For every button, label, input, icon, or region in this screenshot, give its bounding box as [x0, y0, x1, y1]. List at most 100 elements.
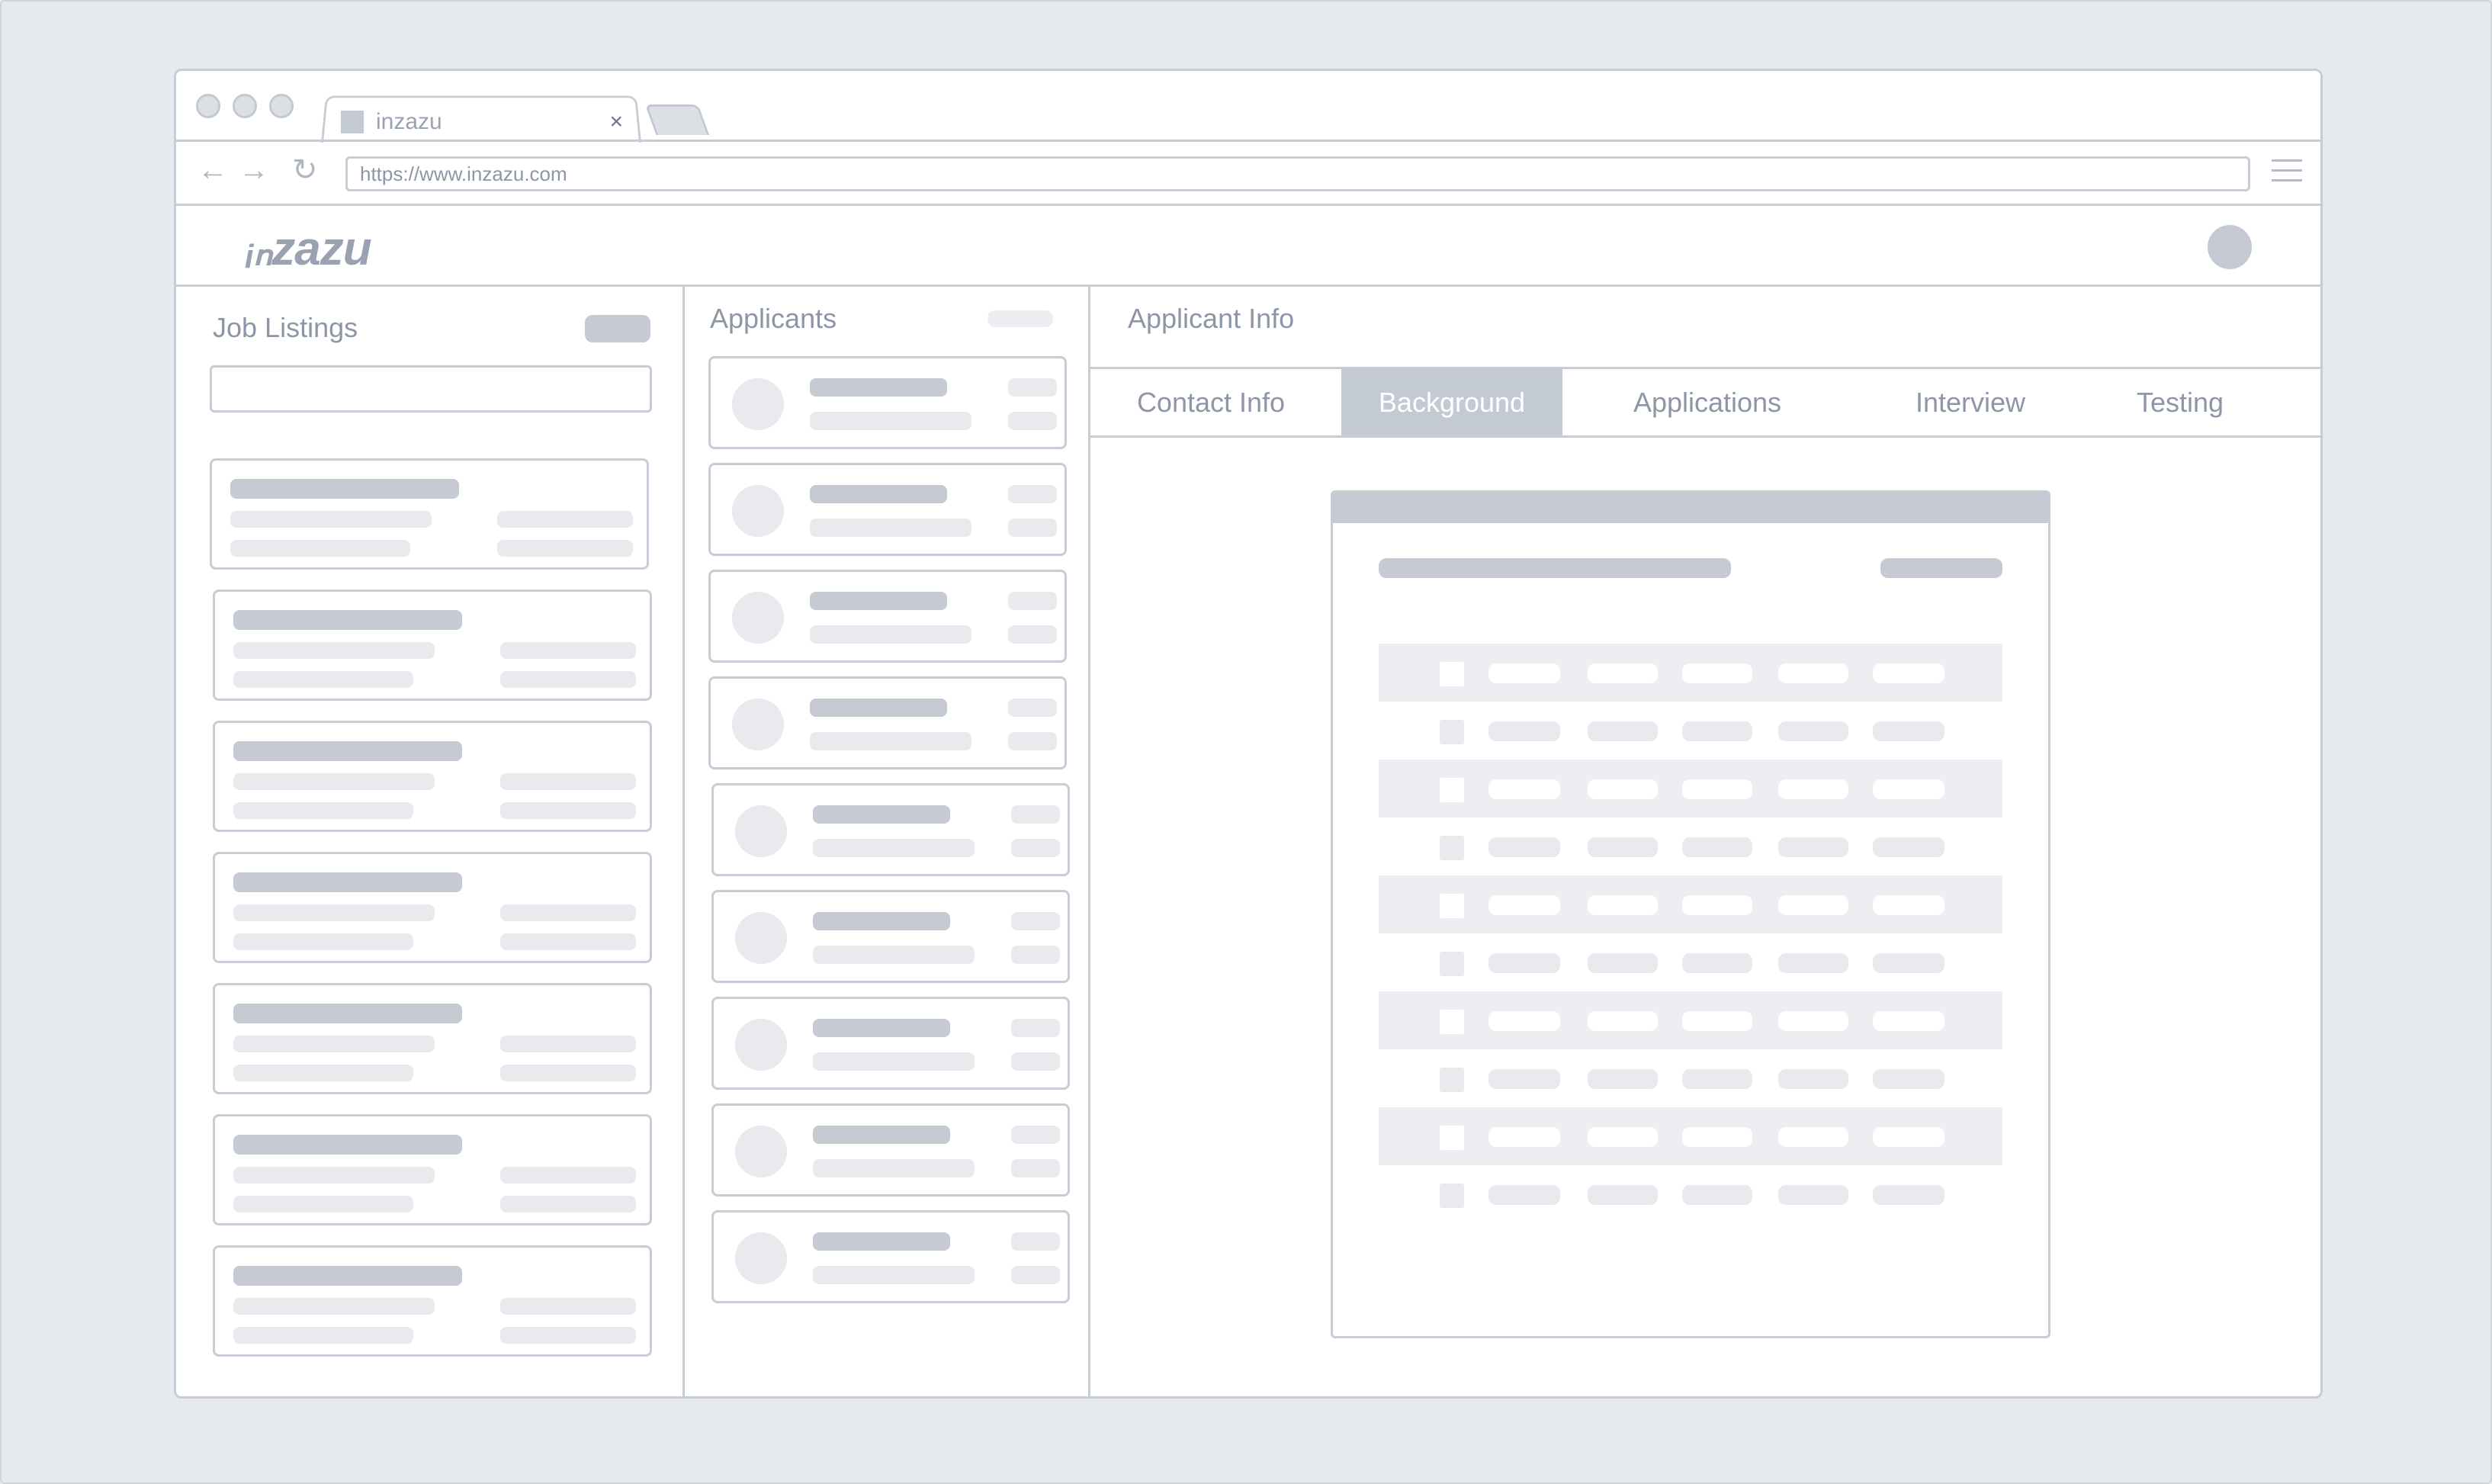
text-placeholder	[500, 1327, 636, 1344]
applicant-card[interactable]	[708, 463, 1067, 556]
text-placeholder	[500, 1298, 636, 1315]
text-placeholder	[500, 1167, 636, 1184]
text-placeholder	[813, 1126, 950, 1144]
tab-background[interactable]: Background	[1341, 368, 1562, 437]
table-row	[1379, 817, 2002, 875]
back-arrow-icon[interactable]: ←	[197, 155, 228, 185]
cell-placeholder	[1682, 895, 1752, 915]
add-job-button[interactable]	[585, 315, 650, 342]
job-listing-card[interactable]	[213, 1114, 652, 1225]
window-maximize-dot[interactable]	[269, 94, 294, 118]
job-listing-card[interactable]	[210, 458, 649, 570]
text-placeholder	[810, 412, 971, 430]
text-placeholder	[1008, 592, 1057, 610]
table-row	[1379, 1165, 2002, 1223]
text-placeholder	[230, 479, 459, 499]
row-checkbox[interactable]	[1440, 1184, 1464, 1208]
hamburger-menu-icon[interactable]	[2272, 159, 2302, 189]
text-placeholder	[233, 1135, 462, 1155]
job-search-input[interactable]	[210, 365, 652, 413]
cell-placeholder	[1588, 663, 1658, 683]
job-listing-card[interactable]	[213, 1245, 652, 1357]
row-checkbox[interactable]	[1440, 662, 1464, 686]
job-listing-card[interactable]	[213, 983, 652, 1094]
new-tab-button[interactable]	[644, 104, 710, 135]
cell-placeholder	[1873, 1069, 1944, 1089]
avatar	[735, 1126, 787, 1177]
row-checkbox[interactable]	[1440, 952, 1464, 976]
job-listing-card[interactable]	[213, 721, 652, 832]
row-checkbox[interactable]	[1440, 1126, 1464, 1150]
table-row	[1379, 760, 2002, 817]
cell-placeholder	[1682, 837, 1752, 857]
cell-placeholder	[1488, 1069, 1560, 1089]
text-placeholder	[1008, 699, 1057, 717]
cell-placeholder	[1588, 1069, 1658, 1089]
cell-placeholder	[1778, 663, 1848, 683]
tab-testing[interactable]: Testing	[2089, 368, 2272, 437]
text-placeholder	[500, 933, 636, 950]
browser-tab-content[interactable]: inzazu ×	[341, 104, 623, 140]
applicant-card[interactable]	[711, 1103, 1070, 1197]
row-checkbox[interactable]	[1440, 1010, 1464, 1034]
forward-arrow-icon[interactable]: →	[239, 155, 269, 185]
reload-icon[interactable]: ↻	[292, 155, 318, 185]
cell-placeholder	[1778, 1185, 1848, 1205]
text-placeholder	[810, 592, 947, 610]
cell-placeholder	[1682, 721, 1752, 741]
row-checkbox[interactable]	[1440, 894, 1464, 918]
row-checkbox[interactable]	[1440, 720, 1464, 744]
text-placeholder	[1011, 912, 1060, 930]
applicant-card[interactable]	[711, 783, 1070, 876]
text-placeholder	[1011, 1019, 1060, 1037]
table-row	[1379, 702, 2002, 760]
screen-background: inzazu × ← → ↻ https://www.inzazu.com ᵢₙ…	[0, 0, 2492, 1484]
text-placeholder	[1011, 1232, 1060, 1251]
table-row	[1379, 875, 2002, 933]
applicant-card[interactable]	[711, 890, 1070, 983]
text-placeholder	[1008, 485, 1057, 503]
text-placeholder	[1008, 625, 1057, 644]
applicant-card[interactable]	[708, 356, 1067, 449]
document-header	[1333, 493, 2048, 523]
row-checkbox[interactable]	[1440, 778, 1464, 802]
applicant-info-title: Applicant Info	[1128, 303, 1295, 334]
text-placeholder	[810, 378, 947, 397]
applicant-info-tabs: Contact Info Background Applications Interv…	[1090, 368, 2320, 437]
text-placeholder	[810, 485, 947, 503]
address-bar[interactable]: https://www.inzazu.com	[345, 156, 2250, 191]
cell-placeholder	[1588, 779, 1658, 799]
text-placeholder	[233, 802, 413, 819]
cell-placeholder	[1588, 1011, 1658, 1031]
tab-interview[interactable]: Interview	[1852, 368, 2089, 437]
window-minimize-dot[interactable]	[233, 94, 257, 118]
window-close-dot[interactable]	[196, 94, 220, 118]
cell-placeholder	[1682, 779, 1752, 799]
job-listing-card[interactable]	[213, 589, 652, 701]
cell-placeholder	[1488, 837, 1560, 857]
avatar[interactable]	[2208, 225, 2252, 269]
cell-placeholder	[1778, 953, 1848, 973]
app-logo[interactable]: ᵢₙzazu	[246, 220, 372, 276]
tab-applications[interactable]: Applications	[1562, 368, 1852, 437]
cell-placeholder	[1778, 779, 1848, 799]
text-placeholder	[230, 511, 432, 528]
applicants-filter-button[interactable]	[987, 310, 1053, 327]
tab-contact-info[interactable]: Contact Info	[1090, 368, 1332, 437]
cell-placeholder	[1488, 1127, 1560, 1147]
cell-placeholder	[1682, 663, 1752, 683]
applicant-card[interactable]	[711, 1210, 1070, 1303]
text-placeholder	[233, 671, 413, 688]
cell-placeholder	[1682, 953, 1752, 973]
text-placeholder	[500, 671, 636, 688]
job-listing-card[interactable]	[213, 852, 652, 963]
close-icon[interactable]: ×	[609, 109, 623, 135]
applicant-card[interactable]	[708, 570, 1067, 663]
row-checkbox[interactable]	[1440, 1068, 1464, 1092]
applicant-card[interactable]	[711, 997, 1070, 1090]
cell-placeholder	[1488, 1011, 1560, 1031]
cell-placeholder	[1488, 721, 1560, 741]
text-placeholder	[813, 946, 975, 964]
row-checkbox[interactable]	[1440, 836, 1464, 860]
applicant-card[interactable]	[708, 676, 1067, 769]
